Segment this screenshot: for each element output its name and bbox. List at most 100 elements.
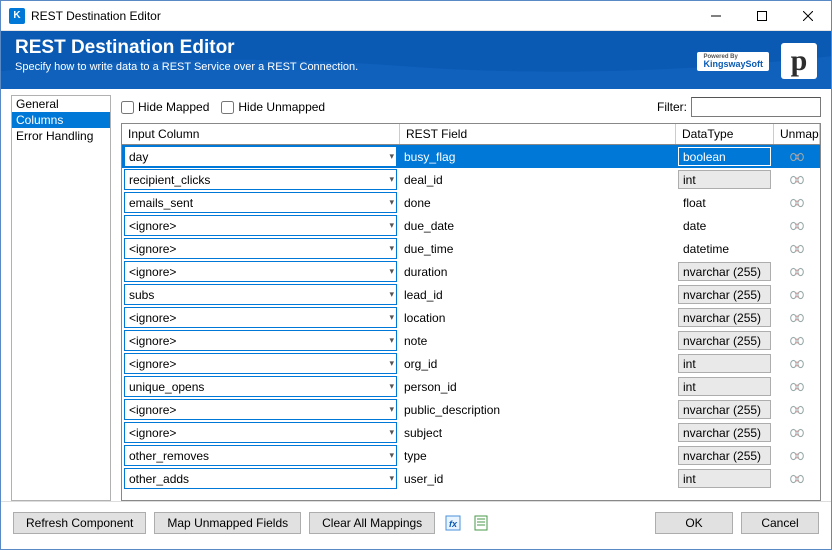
table-row[interactable]: <ignore>▾due_timedatetime: [122, 237, 820, 260]
header-datatype[interactable]: DataType: [676, 124, 774, 144]
rest-field-cell: note: [400, 329, 676, 352]
input-column-combo[interactable]: other_removes▾: [124, 445, 397, 466]
titlebar: K REST Destination Editor: [1, 1, 831, 31]
datatype-cell[interactable]: int: [678, 354, 771, 373]
pipedrive-logo: p: [781, 43, 817, 79]
datatype-cell[interactable]: nvarchar (255): [678, 400, 771, 419]
input-column-combo[interactable]: other_adds▾: [124, 468, 397, 489]
mapping-grid: Input Column REST Field DataType Unmap d…: [121, 123, 821, 501]
unmap-icon[interactable]: [788, 150, 806, 164]
input-column-combo[interactable]: recipient_clicks▾: [124, 169, 397, 190]
chevron-down-icon: ▾: [389, 381, 394, 392]
datatype-cell[interactable]: nvarchar (255): [678, 262, 771, 281]
svg-text:fx: fx: [449, 519, 458, 529]
unmap-icon[interactable]: [788, 196, 806, 210]
rest-field-cell: due_date: [400, 214, 676, 237]
maximize-button[interactable]: [739, 1, 785, 31]
header-rest-field[interactable]: REST Field: [400, 124, 676, 144]
input-column-combo[interactable]: emails_sent▾: [124, 192, 397, 213]
table-row[interactable]: <ignore>▾subjectnvarchar (255): [122, 421, 820, 444]
input-column-combo[interactable]: day▾: [124, 146, 397, 167]
datatype-cell[interactable]: nvarchar (255): [678, 285, 771, 304]
header-band: REST Destination Editor Specify how to w…: [1, 31, 831, 89]
grid-body[interactable]: day▾busy_flagbooleanrecipient_clicks▾dea…: [122, 145, 820, 491]
rest-field-cell: location: [400, 306, 676, 329]
input-column-combo[interactable]: subs▾: [124, 284, 397, 305]
table-row[interactable]: subs▾lead_idnvarchar (255): [122, 283, 820, 306]
table-row[interactable]: <ignore>▾due_datedate: [122, 214, 820, 237]
minimize-button[interactable]: [693, 1, 739, 31]
table-row[interactable]: <ignore>▾locationnvarchar (255): [122, 306, 820, 329]
rest-field-cell: duration: [400, 260, 676, 283]
clear-all-mappings-button[interactable]: Clear All Mappings: [309, 512, 435, 534]
datatype-cell[interactable]: int: [678, 170, 771, 189]
ok-button[interactable]: OK: [655, 512, 733, 534]
datatype-cell[interactable]: nvarchar (255): [678, 423, 771, 442]
table-row[interactable]: other_removes▾typenvarchar (255): [122, 444, 820, 467]
table-row[interactable]: other_adds▾user_idint: [122, 467, 820, 490]
unmap-icon[interactable]: [788, 311, 806, 325]
chevron-down-icon: ▾: [389, 220, 394, 231]
unmap-icon[interactable]: [788, 265, 806, 279]
hide-mapped-checkbox[interactable]: Hide Mapped: [121, 100, 209, 114]
unmap-icon[interactable]: [788, 173, 806, 187]
header-unmap[interactable]: Unmap: [774, 124, 820, 144]
sidebar-item-error-handling[interactable]: Error Handling: [12, 128, 110, 144]
grid-header: Input Column REST Field DataType Unmap: [122, 124, 820, 145]
rest-field-cell: user_id: [400, 467, 676, 490]
table-row[interactable]: emails_sent▾donefloat: [122, 191, 820, 214]
input-column-combo[interactable]: <ignore>▾: [124, 353, 397, 374]
main-panel: Hide Mapped Hide Unmapped Filter: Input …: [111, 95, 821, 501]
sidebar-item-general[interactable]: General: [12, 96, 110, 112]
datatype-cell[interactable]: int: [678, 377, 771, 396]
unmap-icon[interactable]: [788, 357, 806, 371]
input-column-combo[interactable]: <ignore>▾: [124, 422, 397, 443]
page-title: REST Destination Editor: [15, 37, 358, 59]
header-input-column[interactable]: Input Column: [122, 124, 400, 144]
table-row[interactable]: unique_opens▾person_idint: [122, 375, 820, 398]
unmap-icon[interactable]: [788, 242, 806, 256]
datatype-cell[interactable]: int: [678, 469, 771, 488]
input-column-combo[interactable]: <ignore>▾: [124, 261, 397, 282]
refresh-component-button[interactable]: Refresh Component: [13, 512, 146, 534]
rest-field-cell: public_description: [400, 398, 676, 421]
unmap-icon[interactable]: [788, 288, 806, 302]
chevron-down-icon: ▾: [389, 197, 394, 208]
input-column-combo[interactable]: <ignore>▾: [124, 330, 397, 351]
input-column-combo[interactable]: unique_opens▾: [124, 376, 397, 397]
template-icon[interactable]: [471, 513, 491, 533]
rest-field-cell: type: [400, 444, 676, 467]
table-row[interactable]: day▾busy_flagboolean: [122, 145, 820, 168]
input-column-combo[interactable]: <ignore>▾: [124, 215, 397, 236]
datatype-cell[interactable]: nvarchar (255): [678, 446, 771, 465]
window-controls: [693, 1, 831, 31]
unmap-icon[interactable]: [788, 472, 806, 486]
datatype-cell[interactable]: nvarchar (255): [678, 308, 771, 327]
input-column-combo[interactable]: <ignore>▾: [124, 399, 397, 420]
expression-icon[interactable]: fx: [443, 513, 463, 533]
unmap-icon[interactable]: [788, 380, 806, 394]
filter-input[interactable]: [691, 97, 821, 117]
table-row[interactable]: <ignore>▾public_descriptionnvarchar (255…: [122, 398, 820, 421]
sidebar-item-columns[interactable]: Columns: [12, 112, 110, 128]
rest-field-cell: subject: [400, 421, 676, 444]
hide-unmapped-checkbox[interactable]: Hide Unmapped: [221, 100, 325, 114]
datatype-cell: date: [678, 216, 771, 235]
app-icon: K: [9, 8, 25, 24]
datatype-cell[interactable]: nvarchar (255): [678, 331, 771, 350]
table-row[interactable]: <ignore>▾durationnvarchar (255): [122, 260, 820, 283]
table-row[interactable]: recipient_clicks▾deal_idint: [122, 168, 820, 191]
cancel-button[interactable]: Cancel: [741, 512, 819, 534]
unmap-icon[interactable]: [788, 219, 806, 233]
unmap-icon[interactable]: [788, 334, 806, 348]
table-row[interactable]: <ignore>▾notenvarchar (255): [122, 329, 820, 352]
input-column-combo[interactable]: <ignore>▾: [124, 238, 397, 259]
unmap-icon[interactable]: [788, 426, 806, 440]
close-button[interactable]: [785, 1, 831, 31]
unmap-icon[interactable]: [788, 449, 806, 463]
map-unmapped-button[interactable]: Map Unmapped Fields: [154, 512, 301, 534]
unmap-icon[interactable]: [788, 403, 806, 417]
input-column-combo[interactable]: <ignore>▾: [124, 307, 397, 328]
sidebar: GeneralColumnsError Handling: [11, 95, 111, 501]
table-row[interactable]: <ignore>▾org_idint: [122, 352, 820, 375]
